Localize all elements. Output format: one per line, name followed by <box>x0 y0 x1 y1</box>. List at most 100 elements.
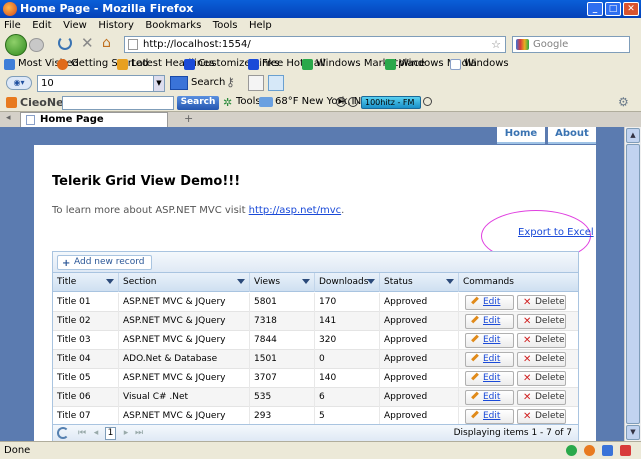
menu-view[interactable]: View <box>59 18 91 33</box>
refresh-icon[interactable] <box>57 427 69 439</box>
back-button[interactable] <box>5 34 27 56</box>
edit-button[interactable]: Edit <box>465 409 514 424</box>
add-new-record-button[interactable]: + Add new record <box>57 255 152 270</box>
filter-icon[interactable] <box>106 279 114 284</box>
address-text: http://localhost:1554/ <box>143 39 251 50</box>
scroll-up-icon[interactable]: ▲ <box>626 128 640 143</box>
scrollbar-thumb[interactable] <box>626 144 640 424</box>
vertical-scrollbar[interactable]: ▲ ▼ <box>624 127 641 441</box>
close-window-button[interactable]: ✕ <box>623 2 639 16</box>
last-page-icon[interactable]: ⏭ <box>134 428 144 438</box>
volume-icon[interactable] <box>423 97 432 106</box>
column-header-views[interactable]: Views <box>250 273 315 292</box>
addon-search-input[interactable]: 10 <box>37 75 165 92</box>
site-nav-about[interactable]: About <box>548 127 596 144</box>
delete-button[interactable]: ✕ Delete <box>517 314 566 329</box>
status-tool-icon[interactable] <box>602 445 613 456</box>
bookmark-star-icon[interactable]: ☆ <box>491 37 501 52</box>
address-bar[interactable]: http://localhost:1554/ ☆ <box>124 36 506 53</box>
bookmark-icon <box>57 59 68 70</box>
dropdown-chevron-icon[interactable]: ▼ <box>153 76 164 91</box>
play-icon[interactable]: ▶ <box>336 97 346 107</box>
column-header-status[interactable]: Status <box>380 273 459 292</box>
status-text: Done <box>4 445 31 456</box>
edit-button[interactable]: Edit <box>465 333 514 348</box>
edit-button[interactable]: Edit <box>465 314 514 329</box>
commands-cell: Edit ✕ Delete <box>459 388 578 407</box>
tab-home-page[interactable]: Home Page <box>20 112 168 127</box>
filter-icon[interactable] <box>302 279 310 284</box>
tools-button[interactable]: Tools <box>236 96 261 107</box>
table-cell: 0 <box>315 350 380 369</box>
delete-button[interactable]: ✕ Delete <box>517 333 566 348</box>
cieonet-search-button[interactable]: Search <box>177 96 219 110</box>
new-tab-button[interactable]: + <box>184 112 193 125</box>
next-page-icon[interactable]: ▸ <box>121 428 131 438</box>
delete-button[interactable]: ✕ Delete <box>517 409 566 424</box>
tab-strip: ◂ Home Page + <box>0 112 641 127</box>
addon-logo-icon[interactable]: ◉▾ <box>6 76 32 90</box>
pause-icon[interactable]: ‖ <box>348 97 358 107</box>
firebug-icon[interactable] <box>584 445 595 456</box>
status-block-icon[interactable] <box>620 445 631 456</box>
current-page[interactable]: 1 <box>105 427 116 440</box>
commands-cell: Edit ✕ Delete <box>459 331 578 350</box>
addon-search-icon[interactable] <box>170 76 188 90</box>
asp-net-mvc-link[interactable]: http://asp.net/mvc <box>249 205 341 216</box>
search-input[interactable]: Google <box>512 36 630 53</box>
addon-window-icon[interactable] <box>248 75 264 91</box>
key-icon[interactable]: ⚷ <box>226 75 235 89</box>
bookmark-windows[interactable]: Windows <box>450 57 509 71</box>
table-cell: 140 <box>315 369 380 388</box>
home-icon[interactable]: ⌂ <box>102 35 111 51</box>
column-header-downloads[interactable]: Downloads <box>315 273 380 292</box>
table-cell: Title 02 <box>53 312 119 331</box>
cieonet-search-input[interactable] <box>62 96 174 110</box>
status-addon-icon <box>566 445 577 456</box>
table-cell: Title 01 <box>53 293 119 312</box>
delete-x-icon: ✕ <box>523 392 532 403</box>
edit-button[interactable]: Edit <box>465 352 514 367</box>
delete-button[interactable]: ✕ Delete <box>517 352 566 367</box>
menu-edit[interactable]: Edit <box>28 18 55 33</box>
menu-history[interactable]: History <box>94 18 138 33</box>
radio-station-select[interactable]: 100hitz - FM <box>361 96 421 109</box>
delete-button[interactable]: ✕ Delete <box>517 295 566 310</box>
export-to-excel-link[interactable]: Export to Excel <box>518 227 594 238</box>
menu-bookmarks[interactable]: Bookmarks <box>141 18 205 33</box>
addon-toolbar: ◉▾ 10 ▼ Search ⚷ <box>0 72 641 94</box>
forward-button[interactable] <box>29 38 44 52</box>
edit-button[interactable]: Edit <box>465 390 514 405</box>
addon-chat-icon[interactable] <box>268 75 284 91</box>
delete-button[interactable]: ✕ Delete <box>517 390 566 405</box>
table-cell: 170 <box>315 293 380 312</box>
plus-icon: + <box>62 258 71 269</box>
maximize-button[interactable]: □ <box>605 2 621 16</box>
tab-scroll-icon[interactable]: ◂ <box>6 113 11 123</box>
edit-button[interactable]: Edit <box>465 295 514 310</box>
addon-search-button[interactable]: Search <box>191 76 225 90</box>
toolbar-settings-icon[interactable]: ⚙ <box>618 95 629 109</box>
scroll-down-icon[interactable]: ▼ <box>626 425 640 440</box>
table-cell: Approved <box>380 293 459 312</box>
site-nav-home[interactable]: Home <box>497 127 545 144</box>
menu-help[interactable]: Help <box>245 18 276 33</box>
edit-button[interactable]: Edit <box>465 371 514 386</box>
table-cell: 5801 <box>250 293 315 312</box>
window-title-bar: Home Page - Mozilla Firefox _ □ ✕ <box>0 0 641 18</box>
table-cell: ASP.NET MVC & JQuery <box>119 369 250 388</box>
minimize-button[interactable]: _ <box>587 2 603 16</box>
filter-icon[interactable] <box>367 279 375 284</box>
column-header-title[interactable]: Title <box>53 273 119 292</box>
first-page-icon[interactable]: ⏮ <box>77 428 87 438</box>
column-header-section[interactable]: Section <box>119 273 250 292</box>
filter-icon[interactable] <box>237 279 245 284</box>
table-cell: Approved <box>380 331 459 350</box>
filter-icon[interactable] <box>446 279 454 284</box>
menu-tools[interactable]: Tools <box>209 18 242 33</box>
prev-page-icon[interactable]: ◂ <box>91 428 101 438</box>
delete-button[interactable]: ✕ Delete <box>517 371 566 386</box>
menu-file[interactable]: File <box>0 18 25 33</box>
stop-icon[interactable]: ✕ <box>81 35 94 51</box>
reload-icon[interactable] <box>58 36 72 50</box>
